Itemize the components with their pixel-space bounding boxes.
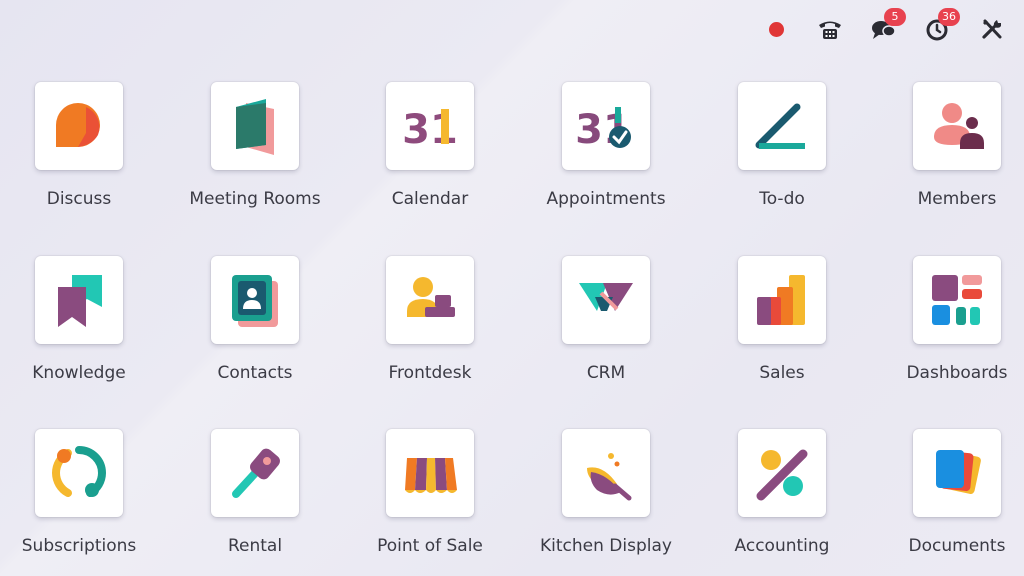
accounting-icon	[756, 449, 808, 501]
app-label: Documents	[908, 536, 1006, 556]
meeting-rooms-icon	[236, 99, 274, 155]
app-documents[interactable]: Documents	[869, 429, 1024, 569]
app-label: Frontdesk	[388, 363, 472, 383]
app-label: Meeting Rooms	[189, 189, 321, 209]
app-label: Discuss	[46, 189, 112, 209]
sales-icon	[757, 275, 805, 325]
app-label: Rental	[227, 536, 283, 556]
app-tile	[738, 256, 826, 344]
app-contacts[interactable]: Contacts	[167, 256, 343, 396]
app-label: Accounting	[734, 536, 830, 556]
dashboards-icon	[932, 275, 982, 325]
app-tile	[386, 256, 474, 344]
app-grid: Discuss Meeting Rooms 31 Calendar 31 App…	[0, 0, 1024, 576]
contacts-icon	[232, 275, 278, 327]
app-frontdesk[interactable]: Frontdesk	[342, 256, 518, 396]
frontdesk-icon	[407, 277, 455, 317]
discuss-icon	[56, 103, 100, 147]
documents-icon	[936, 450, 981, 494]
members-icon	[934, 103, 984, 149]
app-label: To-do	[759, 189, 805, 209]
appointments-icon: 31	[575, 107, 631, 153]
app-tile: 31	[562, 82, 650, 170]
kitchen-display-icon	[587, 453, 632, 501]
app-appointments[interactable]: 31 Appointments	[518, 82, 694, 222]
app-calendar[interactable]: 31 Calendar	[342, 82, 518, 222]
app-tile: 31	[386, 82, 474, 170]
calendar-icon-text: 31	[402, 107, 458, 153]
app-tile	[562, 256, 650, 344]
calendar-icon: 31	[402, 107, 458, 153]
app-accounting[interactable]: Accounting	[694, 429, 870, 569]
app-dashboards[interactable]: Dashboards	[869, 256, 1024, 396]
app-tile	[35, 429, 123, 517]
app-members[interactable]: Members	[869, 82, 1024, 222]
app-tile	[913, 256, 1001, 344]
app-discuss[interactable]: Discuss	[0, 82, 167, 222]
app-label: Appointments	[546, 189, 666, 209]
app-label: Sales	[759, 363, 805, 383]
todo-icon	[755, 103, 805, 149]
app-label: Kitchen Display	[540, 536, 672, 556]
app-tile	[738, 429, 826, 517]
app-kitchen-display[interactable]: Kitchen Display	[518, 429, 694, 569]
app-tile	[738, 82, 826, 170]
app-tile	[913, 429, 1001, 517]
app-subscriptions[interactable]: Subscriptions	[0, 429, 167, 569]
app-tile	[211, 82, 299, 170]
app-label: Calendar	[391, 189, 469, 209]
app-tile	[386, 429, 474, 517]
app-tile	[211, 429, 299, 517]
app-rental[interactable]: Rental	[167, 429, 343, 569]
app-tile	[211, 256, 299, 344]
app-tile	[913, 82, 1001, 170]
app-label: Dashboards	[906, 363, 1008, 383]
app-crm[interactable]: CRM	[518, 256, 694, 396]
app-label: Point of Sale	[377, 536, 483, 556]
subscriptions-icon	[51, 446, 107, 497]
app-label: Contacts	[217, 363, 293, 383]
point-of-sale-icon	[405, 458, 457, 493]
app-label: CRM	[586, 363, 626, 383]
app-sales[interactable]: Sales	[694, 256, 870, 396]
knowledge-icon	[58, 275, 102, 327]
app-label: Knowledge	[32, 363, 126, 383]
crm-icon	[579, 283, 633, 311]
app-tile	[35, 82, 123, 170]
rental-icon	[232, 448, 280, 498]
app-tile	[35, 256, 123, 344]
app-tile	[562, 429, 650, 517]
app-knowledge[interactable]: Knowledge	[0, 256, 167, 396]
app-meeting-rooms[interactable]: Meeting Rooms	[167, 82, 343, 222]
app-point-of-sale[interactable]: Point of Sale	[342, 429, 518, 569]
app-label: Members	[917, 189, 997, 209]
app-to-do[interactable]: To-do	[694, 82, 870, 222]
app-label: Subscriptions	[21, 536, 137, 556]
